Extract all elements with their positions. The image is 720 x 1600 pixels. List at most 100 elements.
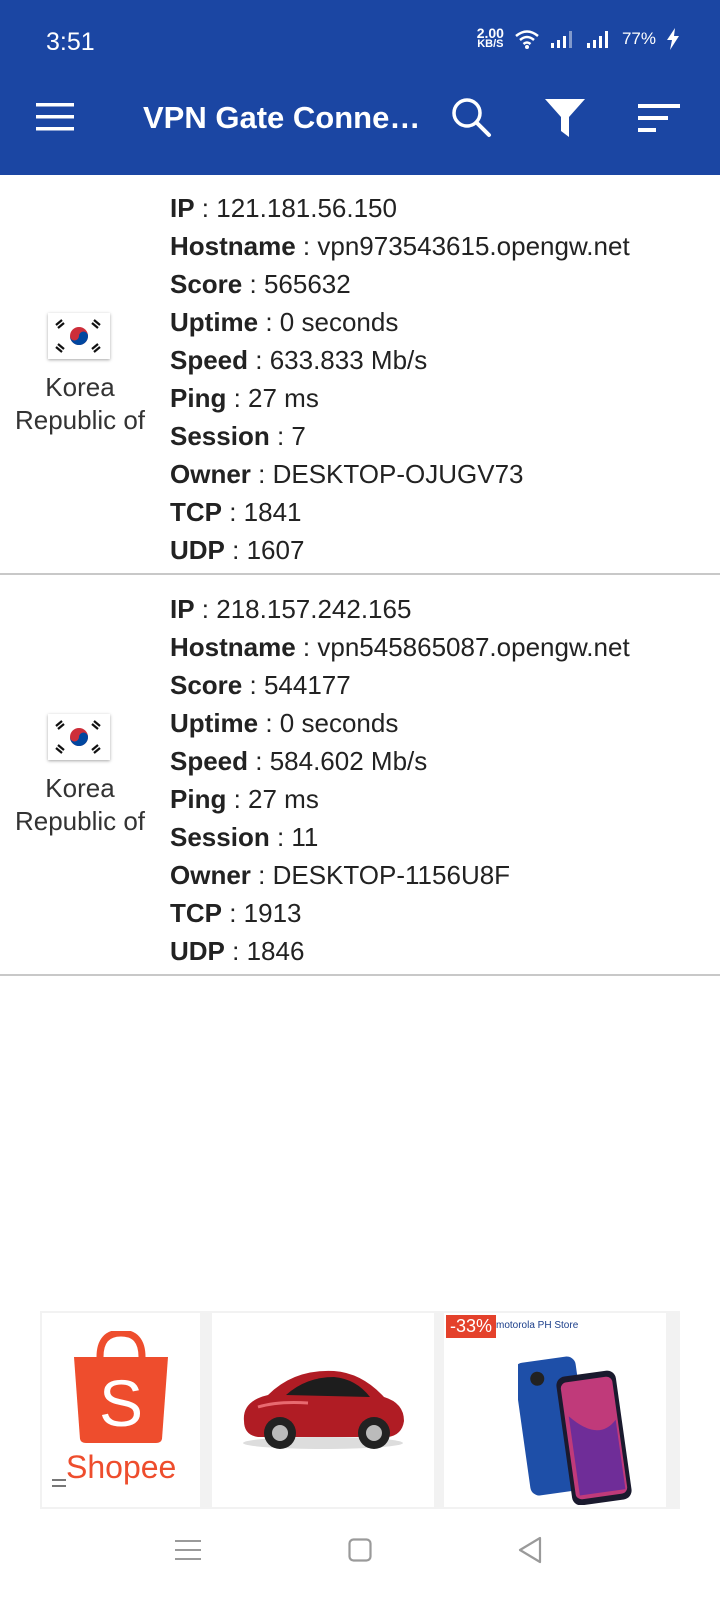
owner-field: Owner : DESKTOP-1156U8F [170,860,511,890]
ping-field: Ping : 27 ms [170,383,319,413]
speed-field: Speed : 633.833 Mb/s [170,345,428,375]
field-key: IP [170,594,195,624]
udp-field: UDP : 1846 [170,936,305,966]
country-name-line2: Republic of [14,405,146,435]
shopee-bag-icon: S [74,1331,168,1443]
country-name-line1: Korea [45,773,115,803]
field-value: vpn973543615.opengw.net [317,231,630,261]
shopee-logo-tile[interactable]: S Shopee [42,1313,200,1507]
hostname-field: Hostname : vpn973543615.opengw.net [170,231,630,261]
product-tile-car-mouse[interactable] [212,1313,434,1507]
server-details: IP : 121.181.56.150 Hostname : vpn973543… [170,189,630,569]
field-value: 27 ms [248,784,319,814]
back-icon[interactable] [518,1536,542,1564]
field-key: TCP [170,898,222,928]
filter-icon[interactable] [545,99,585,139]
field-value: 7 [291,421,306,451]
field-key: Owner [170,459,251,489]
country-name-line2: Republic of [14,806,146,836]
app-header: 3:51 2.00 KB/S 77% VPN Gate Conne… [0,0,720,175]
menu-icon[interactable] [36,103,74,131]
ad-banner[interactable]: S Shopee -33% motorola PH Store [40,1311,680,1509]
field-key: Session [170,421,270,451]
field-key: Speed [170,345,249,375]
field-key: Owner [170,860,251,890]
field-value: 1913 [243,898,302,928]
south-korea-flag-icon [48,313,110,359]
field-value: 218.157.242.165 [216,594,412,624]
field-key: Ping [170,784,227,814]
network-speed-unit: KB/S [477,38,504,50]
field-key: Session [170,822,270,852]
field-key: IP [170,193,195,223]
field-key: TCP [170,497,222,527]
product-tile-motorola-phone[interactable]: -33% motorola PH Store [444,1313,666,1507]
signal-icon-sim2 [586,31,608,48]
owner-field: Owner : DESKTOP-OJUGV73 [170,459,524,489]
ad-info-mark [52,1485,66,1487]
uptime-field: Uptime : 0 seconds [170,708,399,738]
country-name: Korea Republic of [0,371,160,437]
ping-field: Ping : 27 ms [170,784,319,814]
field-value: 565632 [263,269,351,299]
speed-field: Speed : 584.602 Mb/s [170,746,428,776]
session-field: Session : 11 [170,822,319,852]
field-value: 0 seconds [279,708,399,738]
network-speed: 2.00 KB/S [477,26,504,50]
field-key: Ping [170,383,227,413]
field-value: 1846 [246,936,305,966]
country-name-line1: Korea [45,372,115,402]
status-icons: 2.00 KB/S 77% [477,26,680,50]
field-value: 0 seconds [279,307,399,337]
home-icon[interactable] [348,1538,372,1562]
south-korea-flag-icon [48,714,110,760]
field-value: 633.833 Mb/s [269,345,428,375]
field-key: Speed [170,746,249,776]
field-value: 11 [291,822,319,852]
field-key: UDP [170,936,225,966]
battery-percent: 77% [621,29,656,48]
udp-field: UDP : 1607 [170,535,305,565]
field-key: Uptime [170,307,259,337]
field-key: Score [170,269,243,299]
score-field: Score : 544177 [170,670,351,700]
field-value: 1607 [246,535,305,565]
hostname-field: Hostname : vpn545865087.opengw.net [170,632,630,662]
system-nav-bar [0,1509,720,1600]
score-field: Score : 565632 [170,269,351,299]
status-time: 3:51 [46,28,95,56]
field-value: 121.181.56.150 [216,193,397,223]
sort-icon[interactable] [638,104,680,132]
car-mouse-image [243,1370,404,1449]
wifi-icon [515,30,539,49]
charging-icon [667,28,679,50]
tcp-field: TCP : 1913 [170,898,302,928]
recents-icon[interactable] [175,1539,201,1561]
field-value: DESKTOP-OJUGV73 [272,459,524,489]
server-details: IP : 218.157.242.165 Hostname : vpn54586… [170,590,630,970]
field-value: 27 ms [248,383,319,413]
discount-badge: -33% [446,1315,497,1338]
shopee-logo-letter: S [99,1366,143,1440]
search-icon[interactable] [450,96,492,138]
tcp-field: TCP : 1841 [170,497,302,527]
server-list-item[interactable]: Korea Republic of IP : 121.181.56.150 Ho… [0,175,720,575]
field-value: 1841 [243,497,302,527]
signal-icon-sim1 [550,31,572,48]
ip-field: IP : 121.181.56.150 [170,193,397,223]
field-key: Uptime [170,708,259,738]
field-key: Hostname [170,632,296,662]
session-field: Session : 7 [170,421,306,451]
phone-image [518,1356,632,1505]
field-value: vpn545865087.opengw.net [317,632,630,662]
shopee-brand-text: Shopee [66,1449,177,1485]
ip-field: IP : 218.157.242.165 [170,594,412,624]
uptime-field: Uptime : 0 seconds [170,307,399,337]
ad-info-mark [52,1479,66,1481]
app-title: VPN Gate Conne… [143,100,421,135]
field-key: UDP [170,535,225,565]
field-key: Score [170,670,243,700]
field-key: Hostname [170,231,296,261]
field-value: 584.602 Mb/s [269,746,428,776]
server-list-item[interactable]: Korea Republic of IP : 218.157.242.165 H… [0,576,720,976]
